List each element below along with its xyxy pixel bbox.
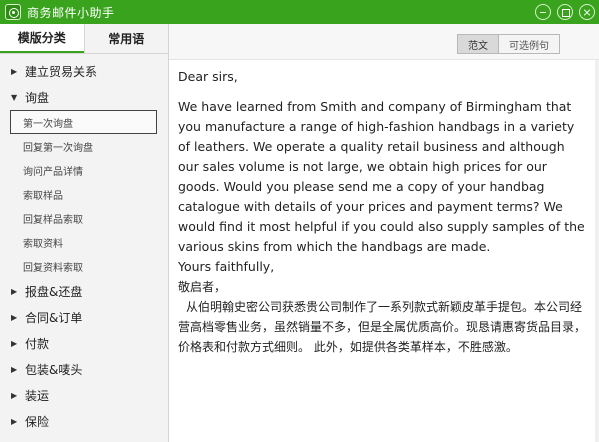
category-label: 装运 <box>25 388 50 403</box>
template-item[interactable]: 询问产品详情 <box>0 158 168 182</box>
content-toolbar: 范文 可选例句 <box>169 24 599 60</box>
template-item[interactable]: 回复第一次询盘 <box>0 134 168 158</box>
expand-arrow-icon: ▶ <box>11 364 18 374</box>
category-label: 询盘 <box>25 90 50 105</box>
category-tree: ▶ 建立贸易关系 ▼ 询盘 第一次询盘 回复第一次询盘 询问产品详情 索取样品 … <box>0 58 168 434</box>
optional-sentences-button[interactable]: 可选例句 <box>499 34 560 54</box>
category-inquiry[interactable]: ▼ 询盘 <box>0 84 168 110</box>
category-trade-relations[interactable]: ▶ 建立贸易关系 <box>0 58 168 84</box>
category-shipment[interactable]: ▶ 装运 <box>0 382 168 408</box>
tab-phrases[interactable]: 常用语 <box>83 24 168 53</box>
letter-closing: Yours faithfully, <box>178 259 275 274</box>
collapse-arrow-icon: ▼ <box>11 92 18 102</box>
expand-arrow-icon: ▶ <box>11 286 18 296</box>
category-packing[interactable]: ▶ 包装&唛头 <box>0 356 168 382</box>
expand-arrow-icon: ▶ <box>11 312 18 322</box>
letter-text[interactable]: Dear sirs, We have learned from Smith an… <box>178 67 586 357</box>
content-panel: 范文 可选例句 Dear sirs, We have learned from … <box>169 24 599 442</box>
category-insurance[interactable]: ▶ 保险 <box>0 408 168 434</box>
minimize-icon[interactable] <box>535 4 551 20</box>
category-label: 付款 <box>25 336 50 351</box>
close-icon[interactable] <box>579 4 595 20</box>
category-label: 包装&唛头 <box>25 362 83 377</box>
scrollbar[interactable] <box>595 60 599 442</box>
template-item-selected[interactable]: 第一次询盘 <box>10 110 157 134</box>
category-label: 建立贸易关系 <box>25 64 98 79</box>
letter-greeting: Dear sirs, <box>178 69 238 84</box>
expand-arrow-icon: ▶ <box>11 390 18 400</box>
category-payment[interactable]: ▶ 付款 <box>0 330 168 356</box>
category-label: 报盘&还盘 <box>25 284 83 299</box>
letter-body: We have learned from Smith and company o… <box>178 99 585 254</box>
expand-arrow-icon: ▶ <box>11 338 18 348</box>
maximize-icon[interactable] <box>557 4 573 20</box>
tab-templates[interactable]: 模版分类 <box>0 24 84 53</box>
category-offer[interactable]: ▶ 报盘&还盘 <box>0 278 168 304</box>
app-logo-icon <box>5 4 21 20</box>
sidebar: 模版分类 常用语 ▶ 建立贸易关系 ▼ 询盘 第一次询盘 回复第一次询盘 询问产… <box>0 24 169 442</box>
template-item[interactable]: 索取样品 <box>0 182 168 206</box>
template-item[interactable]: 索取资料 <box>0 230 168 254</box>
template-item[interactable]: 回复资料索取 <box>0 254 168 278</box>
view-toggle: 范文 可选例句 <box>457 34 560 54</box>
window-controls <box>535 4 595 20</box>
expand-arrow-icon: ▶ <box>11 66 18 76</box>
sidebar-tabs: 模版分类 常用语 <box>0 24 168 54</box>
category-label: 保险 <box>25 414 50 429</box>
expand-arrow-icon: ▶ <box>11 416 18 426</box>
template-item[interactable]: 回复样品索取 <box>0 206 168 230</box>
letter-zh-body: 从伯明翰史密公司获悉贵公司制作了一系列款式新颖皮革手提包。本公司经营高档零售业务… <box>178 300 587 354</box>
category-contract[interactable]: ▶ 合同&订单 <box>0 304 168 330</box>
letter-zh-greeting: 敬启者， <box>178 280 227 294</box>
title-bar: 商务邮件小助手 <box>0 0 599 24</box>
sample-letter-button[interactable]: 范文 <box>457 34 499 54</box>
category-label: 合同&订单 <box>25 310 83 325</box>
window-title: 商务邮件小助手 <box>27 5 115 20</box>
